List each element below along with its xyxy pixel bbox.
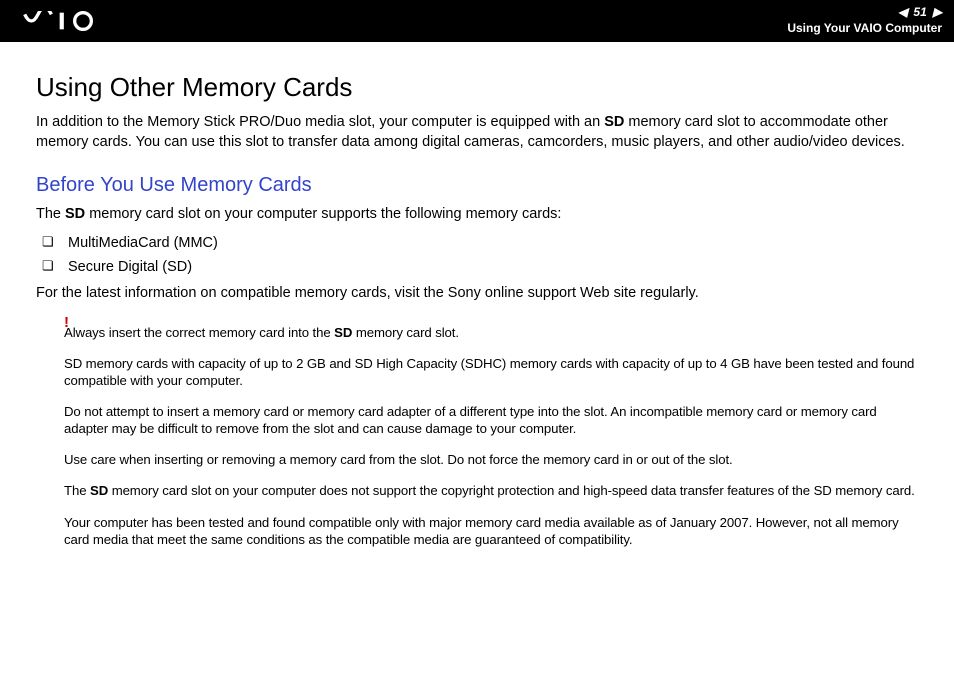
list-item: MultiMediaCard (MMC) (36, 231, 918, 256)
text: memory card slot. (352, 325, 459, 340)
header-right: ◀ 51 ▶ Using Your VAIO Computer (787, 5, 942, 36)
text: The (64, 483, 90, 498)
intro-paragraph: In addition to the Memory Stick PRO/Duo … (36, 113, 918, 152)
bold-sd: SD (334, 325, 352, 340)
text: Always insert the correct memory card in… (64, 325, 334, 340)
latest-info-line: For the latest information on compatible… (36, 284, 918, 304)
nav-prev-icon[interactable]: ◀ (898, 5, 907, 21)
page-title: Using Other Memory Cards (36, 72, 918, 103)
page-number: 51 (913, 5, 926, 21)
page-nav: ◀ 51 ▶ (787, 5, 942, 21)
text: memory card slot on your computer does n… (108, 483, 915, 498)
breadcrumb: Using Your VAIO Computer (787, 21, 942, 37)
supported-cards-list: MultiMediaCard (MMC) Secure Digital (SD) (36, 231, 918, 280)
note-paragraph: Use care when inserting or removing a me… (64, 451, 918, 468)
support-line: The SD memory card slot on your computer… (36, 205, 918, 225)
text: memory card slot on your computer suppor… (85, 206, 561, 222)
bold-sd: SD (65, 206, 85, 222)
note-paragraph: Your computer has been tested and found … (64, 514, 918, 548)
vaio-logo (18, 11, 128, 31)
note-paragraph: The SD memory card slot on your computer… (64, 482, 918, 499)
bold-sd: SD (90, 483, 108, 498)
bold-sd: SD (604, 114, 624, 130)
notes-block: ! Always insert the correct memory card … (64, 318, 918, 548)
note-paragraph: SD memory cards with capacity of up to 2… (64, 355, 918, 389)
note-paragraph: Always insert the correct memory card in… (64, 324, 918, 341)
list-item: Secure Digital (SD) (36, 255, 918, 280)
text: In addition to the Memory Stick PRO/Duo … (36, 114, 604, 130)
section-heading: Before You Use Memory Cards (36, 174, 918, 197)
nav-next-icon[interactable]: ▶ (933, 5, 942, 21)
page-content: Using Other Memory Cards In addition to … (0, 42, 954, 582)
note-paragraph: Do not attempt to insert a memory card o… (64, 403, 918, 437)
page-header: ◀ 51 ▶ Using Your VAIO Computer (0, 0, 954, 42)
text: The (36, 206, 65, 222)
